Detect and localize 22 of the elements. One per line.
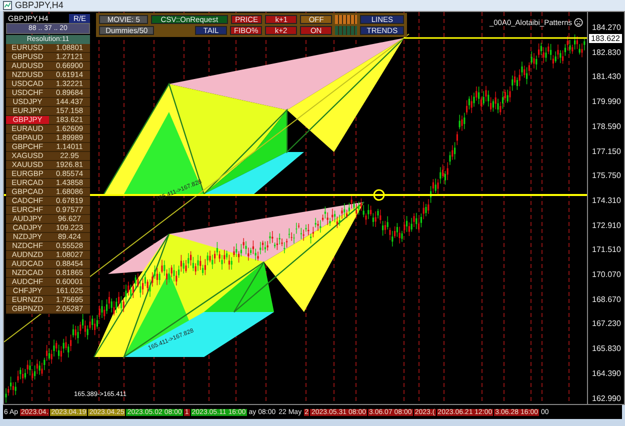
smiley-icon [574, 18, 583, 27]
window-title: GBPJPY,H4 [15, 0, 64, 11]
price-tick: 168.670 [592, 294, 621, 304]
stripe-swatch[interactable] [335, 26, 358, 35]
price-tick: 184.270 [592, 23, 621, 32]
price-tick: 181.430 [592, 72, 621, 82]
price-tick: 162.990 [592, 394, 621, 402]
price-tick: 182.830 [592, 48, 621, 57]
stripe-swatch[interactable] [335, 15, 358, 24]
price-tick: 172.910 [592, 220, 621, 230]
price-tick: 171.510 [592, 245, 621, 254]
current-price-tag: 183.622 [589, 34, 622, 43]
price-tick: 178.590 [592, 122, 621, 131]
price-tick: 177.150 [592, 146, 621, 156]
price-tick: 175.750 [592, 171, 621, 180]
price-tick: 170.070 [592, 270, 621, 279]
chart-window-icon [3, 1, 12, 10]
price-tick: 165.830 [592, 344, 621, 354]
price-tick: 164.390 [592, 368, 621, 378]
price-tick: 167.230 [592, 319, 621, 328]
price-tick: 179.990 [592, 97, 621, 106]
price-tick: 174.310 [592, 196, 621, 205]
